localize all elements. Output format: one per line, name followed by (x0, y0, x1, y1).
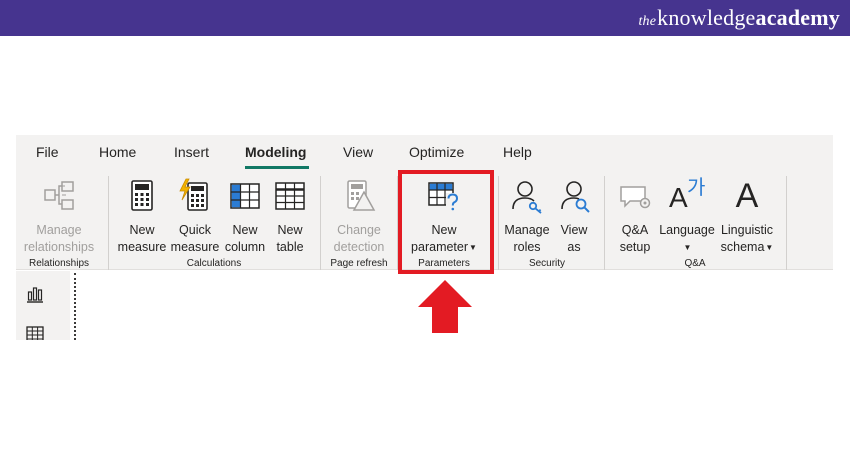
linguistic-schema-icon: A (735, 177, 759, 215)
canvas-edge (74, 273, 76, 340)
brand-logo: theknowledgeacademy (638, 5, 840, 30)
view-as-button[interactable]: View as (554, 174, 594, 256)
tab-modeling[interactable]: Modeling (245, 144, 306, 160)
new-column-button[interactable]: New column (222, 174, 268, 256)
tab-view[interactable]: View (343, 144, 373, 160)
language-icon: A 가 (669, 177, 706, 213)
change-detection-label: Change detection (333, 223, 385, 254)
qa-setup-button[interactable]: Q&A setup (612, 174, 658, 256)
new-parameter-highlight-box (398, 170, 494, 274)
new-table-icon (275, 182, 305, 210)
change-detection-button[interactable]: Change detection (328, 174, 390, 256)
group-separator (108, 176, 109, 270)
group-separator (604, 176, 605, 270)
qa-setup-icon (620, 186, 651, 209)
group-label-security: Security (528, 258, 566, 269)
group-separator (498, 176, 499, 270)
linguistic-schema-label: Linguistic schema▼ (720, 223, 774, 254)
new-measure-button[interactable]: New measure (116, 174, 168, 256)
group-separator (786, 176, 787, 270)
quick-measure-icon (179, 178, 208, 211)
tab-help[interactable]: Help (503, 144, 532, 160)
calculator-icon (131, 180, 153, 211)
change-detection-icon (347, 180, 376, 211)
manage-roles-button[interactable]: Manage roles (500, 174, 554, 256)
chevron-down-icon: ▼ (765, 243, 774, 252)
tab-home[interactable]: Home (99, 144, 136, 160)
tab-file[interactable]: File (36, 144, 59, 160)
manage-relationships-label: Manage relationships (23, 223, 95, 254)
language-button[interactable]: A 가 Language ▼ (658, 174, 716, 256)
group-label-qa: Q&A (684, 258, 706, 269)
view-as-label: View as (560, 223, 588, 254)
language-label: Language ▼ (659, 223, 715, 252)
manage-relationships-icon (44, 181, 74, 210)
manage-roles-label: Manage roles (504, 223, 550, 254)
qa-setup-label: Q&A setup (619, 223, 651, 254)
new-column-icon (230, 183, 260, 209)
tab-optimize[interactable]: Optimize (409, 144, 464, 160)
new-table-label: New table (276, 223, 304, 254)
new-table-button[interactable]: New table (268, 174, 312, 256)
group-label-relationships: Relationships (28, 258, 90, 269)
new-column-label: New column (224, 223, 266, 254)
group-label-calculations: Calculations (186, 258, 242, 269)
view-as-icon (561, 181, 590, 213)
group-separator (320, 176, 321, 270)
menu-bar: File Home Insert Modeling View Optimize … (16, 135, 833, 170)
chevron-down-icon: ▼ (683, 243, 692, 252)
tab-insert[interactable]: Insert (174, 144, 209, 160)
manage-roles-icon (512, 181, 542, 214)
quick-measure-label: Quick measure (170, 223, 220, 254)
manage-relationships-button[interactable]: Manage relationships (18, 174, 100, 256)
data-view-icon[interactable] (26, 326, 44, 340)
quick-measure-button[interactable]: Quick measure (168, 174, 222, 256)
view-sidebar (16, 271, 70, 340)
linguistic-schema-button[interactable]: A Linguistic schema▼ (716, 174, 778, 256)
report-view-icon[interactable] (26, 285, 44, 303)
brand-bar: theknowledgeacademy (0, 0, 850, 36)
red-arrow-up-icon (418, 280, 472, 333)
group-label-page-refresh: Page refresh (330, 258, 388, 269)
active-tab-underline (245, 166, 309, 169)
new-measure-label: New measure (117, 223, 167, 254)
